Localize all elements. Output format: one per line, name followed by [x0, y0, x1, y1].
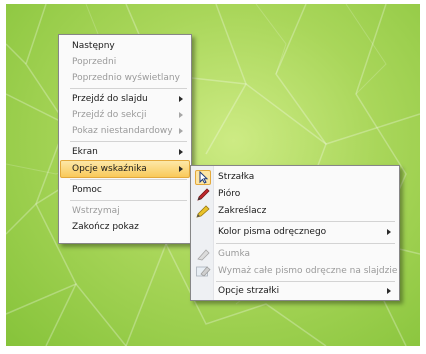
context-menu: Następny Poprzedni Poprzednio wyświetlan…: [58, 34, 192, 244]
menu-item-label: Następny: [72, 41, 115, 51]
menu-item-last-viewed[interactable]: Poprzednio wyświetlany: [61, 70, 189, 86]
pen-icon: [195, 187, 211, 201]
submenu-arrow-icon: [179, 112, 183, 118]
menu-item-label: Opcje strzałki: [218, 286, 280, 296]
menu-item-help[interactable]: Pomoc: [61, 182, 189, 198]
menu-item-label: Kolor pisma odręcznego: [218, 227, 327, 237]
menu-item-label: Opcje wskaźnika: [72, 164, 147, 174]
submenu-arrow-icon: [179, 96, 183, 102]
submenu-arrow-icon: [387, 229, 391, 235]
menu-item-label: Przejdź do sekcji: [72, 110, 147, 120]
menu-item-pointer-options[interactable]: Opcje wskaźnika: [60, 160, 190, 178]
pointer-options-submenu: Strzałka Pióro Zakreślacz Kolor pisma od…: [190, 165, 400, 301]
menu-separator: [70, 179, 187, 180]
submenu-arrow-icon: [387, 288, 391, 294]
menu-item-label: Wymaż całe pismo odręczne na slajdzie: [218, 266, 398, 276]
menu-item-go-to-slide[interactable]: Przejdź do slajdu: [61, 91, 189, 107]
menu-item-label: Wstrzymaj: [72, 206, 120, 216]
submenu-item-pen[interactable]: Pióro: [193, 186, 397, 202]
submenu-item-eraser[interactable]: Gumka: [193, 246, 397, 262]
submenu-item-highlighter[interactable]: Zakreślacz: [193, 203, 397, 219]
menu-item-label: Strzałka: [218, 172, 255, 182]
menu-item-label: Poprzedni: [72, 57, 117, 67]
submenu-arrow-icon: [179, 128, 183, 134]
menu-item-label: Ekran: [72, 147, 98, 157]
arrow-pointer-icon: [195, 170, 211, 185]
menu-item-label: Gumka: [218, 249, 251, 259]
menu-item-screen[interactable]: Ekran: [61, 144, 189, 160]
submenu-arrow-icon: [179, 166, 183, 172]
menu-item-label: Poprzednio wyświetlany: [72, 73, 180, 83]
menu-item-go-to-section[interactable]: Przejdź do sekcji: [61, 107, 189, 123]
erase-all-icon: [195, 264, 211, 278]
menu-item-pause[interactable]: Wstrzymaj: [61, 203, 189, 219]
highlighter-icon: [195, 204, 211, 218]
menu-item-label: Pokaz niestandardowy: [72, 126, 173, 136]
menu-separator: [70, 141, 187, 142]
menu-separator: [216, 281, 395, 282]
menu-item-end-show[interactable]: Zakończ pokaz: [61, 219, 189, 235]
submenu-item-ink-color[interactable]: Kolor pisma odręcznego: [193, 224, 397, 240]
menu-separator: [216, 243, 395, 244]
submenu-item-arrow-options[interactable]: Opcje strzałki: [193, 283, 397, 299]
submenu-arrow-icon: [179, 149, 183, 155]
eraser-icon: [195, 247, 211, 261]
menu-separator: [70, 88, 187, 89]
menu-item-label: Pióro: [218, 189, 241, 199]
menu-separator: [70, 200, 187, 201]
submenu-item-erase-all[interactable]: Wymaż całe pismo odręczne na slajdzie: [193, 263, 397, 279]
menu-separator: [216, 221, 395, 222]
menu-item-custom-show[interactable]: Pokaz niestandardowy: [61, 123, 189, 139]
menu-item-label: Zakreślacz: [218, 206, 267, 216]
menu-item-label: Zakończ pokaz: [72, 222, 139, 232]
menu-item-label: Przejdź do slajdu: [72, 94, 148, 104]
menu-item-next[interactable]: Następny: [61, 38, 189, 54]
menu-item-label: Pomoc: [72, 185, 102, 195]
menu-item-previous[interactable]: Poprzedni: [61, 54, 189, 70]
submenu-item-arrow[interactable]: Strzałka: [193, 169, 397, 185]
